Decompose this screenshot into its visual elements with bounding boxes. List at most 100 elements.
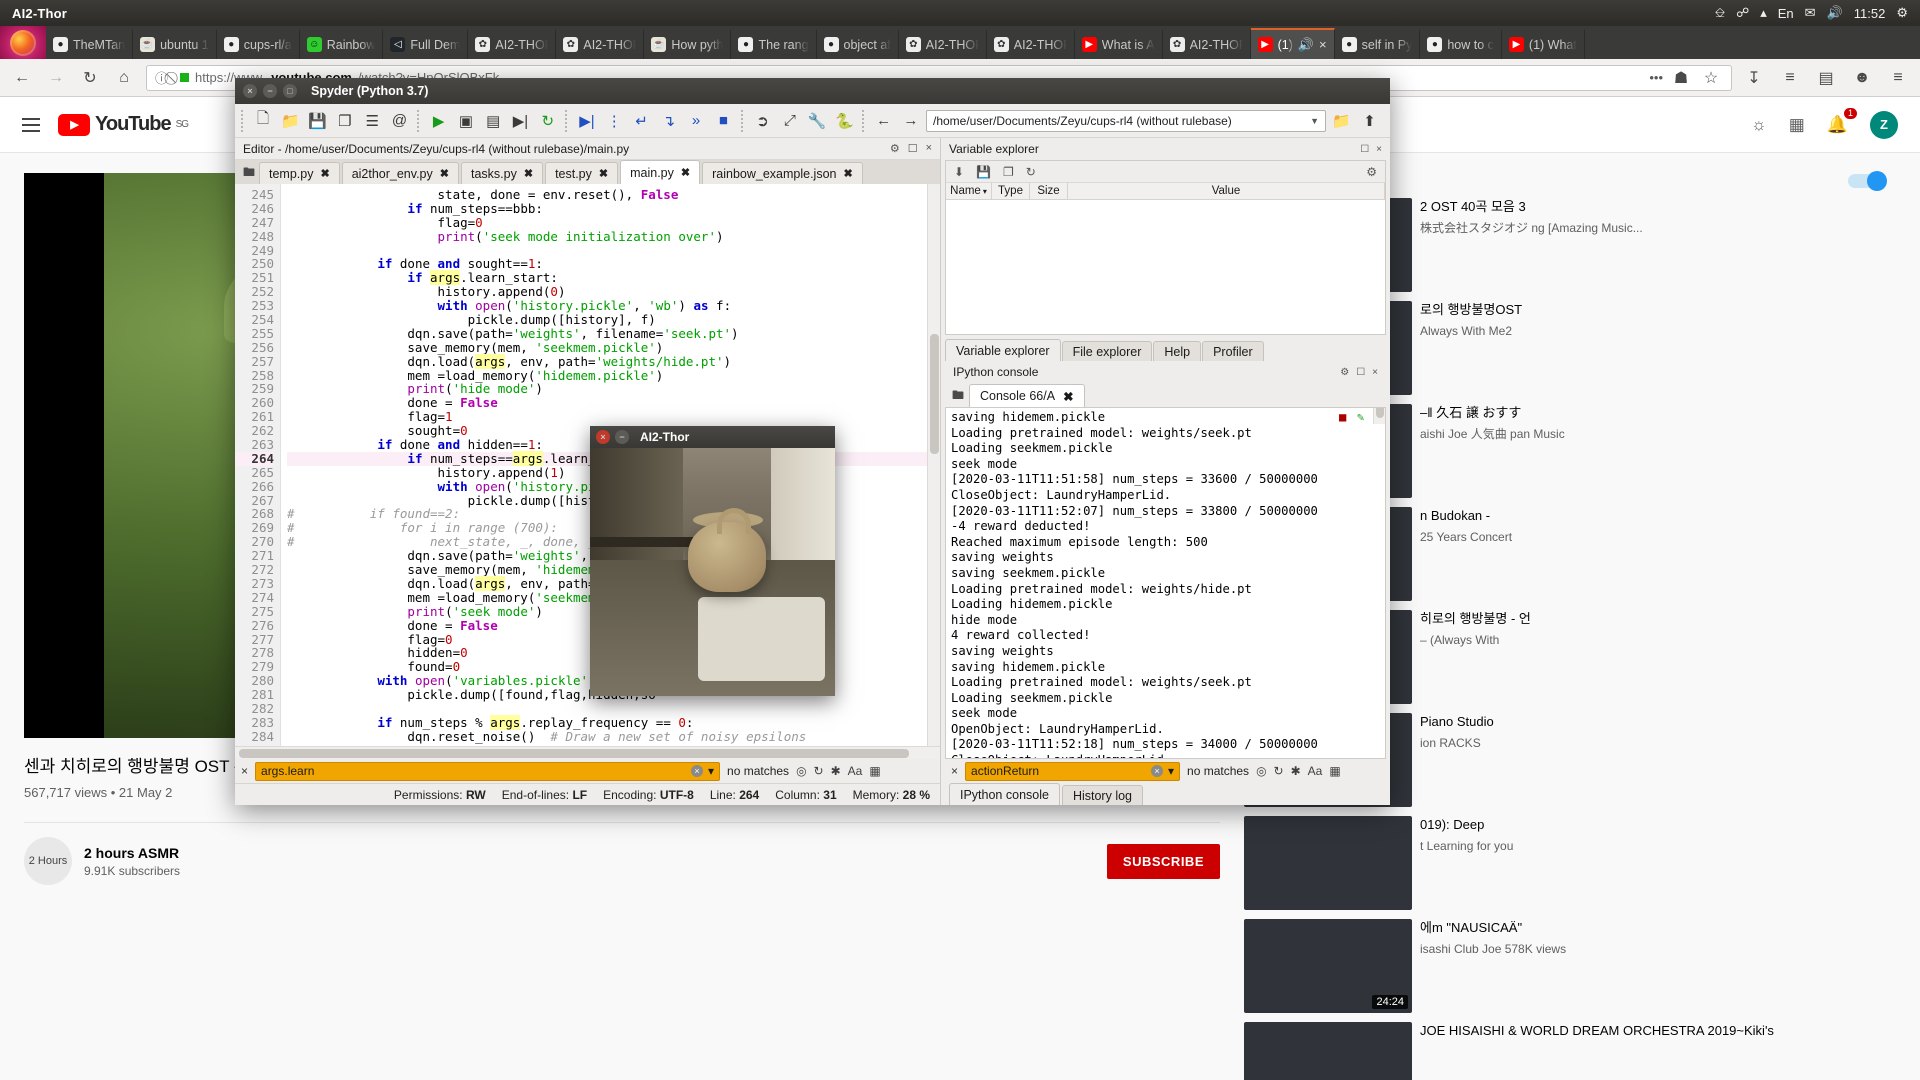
line-number[interactable]: 251 xyxy=(235,271,274,285)
close-icon[interactable]: × xyxy=(241,764,248,778)
editor-tab[interactable]: temp.py ✖ xyxy=(259,162,340,184)
video-upload-icon[interactable]: ☼ xyxy=(1751,115,1767,135)
close-icon[interactable]: ✖ xyxy=(844,167,853,180)
line-number[interactable]: 273 xyxy=(235,577,274,591)
page-info-icon[interactable]: ⓘ xyxy=(155,68,168,87)
line-number[interactable]: 282 xyxy=(235,702,274,716)
browser-tab[interactable]: ✿ AI2-THOR xyxy=(1163,30,1251,59)
browser-tab[interactable]: ☺ Rainbow xyxy=(300,30,384,59)
keyboard-icon[interactable]: ⎒ xyxy=(1715,5,1725,21)
power-icon[interactable]: ⚙ xyxy=(1896,5,1908,21)
column-header-size[interactable]: Size xyxy=(1030,183,1068,199)
save-file-icon[interactable]: 💾 xyxy=(305,108,329,133)
close-icon[interactable]: × xyxy=(951,764,958,778)
file-switcher-icon[interactable]: ☰ xyxy=(360,108,384,133)
related-video-item[interactable]: JOE HISAISHI & WORLD DREAM ORCHESTRA 201… xyxy=(1244,1022,1884,1080)
editor-tab[interactable]: ai2thor_env.py ✖ xyxy=(341,162,459,184)
previous-cursor-icon[interactable]: ← xyxy=(871,108,895,133)
minimize-icon[interactable]: − xyxy=(263,84,277,98)
line-number[interactable]: 260 xyxy=(235,396,274,410)
library-icon[interactable]: ≡ xyxy=(1778,66,1802,90)
code-line[interactable]: flag=1 xyxy=(287,410,940,424)
column-header-name[interactable]: Name ▾ xyxy=(946,183,992,199)
line-number[interactable]: 254 xyxy=(235,313,274,327)
pane-undock-icon[interactable]: ☐ xyxy=(1360,144,1369,155)
line-number[interactable]: 270 xyxy=(235,535,274,549)
close-icon[interactable]: ✖ xyxy=(440,167,449,180)
variable-explorer-table[interactable]: ⬇ 💾 ❐ ↻ ⚙ Name ▾ Type Size Value xyxy=(945,160,1386,335)
new-file-icon[interactable]: 🗋 xyxy=(251,108,275,133)
bookmark-star-icon[interactable]: ☆ xyxy=(1699,66,1723,90)
close-icon[interactable]: ✖ xyxy=(599,167,608,180)
refresh-icon[interactable]: ↻ xyxy=(1026,165,1036,179)
browser-tab[interactable]: ☕ How pyth xyxy=(644,30,732,59)
close-icon[interactable]: ✖ xyxy=(320,167,329,180)
regex-icon[interactable]: ↻ xyxy=(814,764,824,778)
run-file-icon[interactable]: ▶ xyxy=(427,108,451,133)
menu-icon[interactable]: ≡ xyxy=(1886,66,1910,90)
console-bottom-tab[interactable]: History log xyxy=(1061,785,1143,805)
channel-avatar[interactable]: 2 Hours xyxy=(24,837,72,885)
line-number[interactable]: 258 xyxy=(235,368,274,383)
channel-name[interactable]: 2 hours ASMR xyxy=(84,845,180,861)
pane-options-icon[interactable]: ⚙ xyxy=(1340,367,1349,378)
code-line[interactable]: print('seek mode initialization over') xyxy=(287,229,940,244)
line-number[interactable]: 265 xyxy=(235,465,274,480)
line-number[interactable]: 252 xyxy=(235,285,274,299)
clear-icon[interactable]: ✎ xyxy=(1357,410,1369,424)
right-pane-tab[interactable]: Profiler xyxy=(1202,341,1264,361)
pocket-icon[interactable]: ☗ xyxy=(1669,66,1693,90)
chevron-down-icon[interactable]: ▾ xyxy=(1168,764,1174,778)
code-line[interactable]: dqn.save(path='weights', filename='seek.… xyxy=(287,326,940,341)
browser-tab[interactable]: ✿ AI2-THOR xyxy=(899,30,987,59)
browser-tab[interactable]: ● The rang xyxy=(731,30,817,59)
line-number[interactable]: 268 xyxy=(235,507,274,521)
line-number[interactable]: 274 xyxy=(235,590,274,605)
line-number[interactable]: 247 xyxy=(235,215,274,230)
code-line[interactable]: save_memory(mem, 'seekmem.pickle') xyxy=(287,340,940,355)
apps-grid-icon[interactable]: ▦ xyxy=(1789,115,1805,135)
step-over-icon[interactable]: ⋮ xyxy=(602,108,626,133)
highlight-all-icon[interactable]: ◎ xyxy=(1256,764,1266,778)
case-sensitive-icon[interactable]: Aa xyxy=(1308,764,1323,778)
toolbar-grip[interactable] xyxy=(241,109,246,132)
line-number[interactable]: 284 xyxy=(235,729,274,744)
related-video-item[interactable]: 019): Deep t Learning for you xyxy=(1244,816,1884,910)
line-number[interactable]: 250 xyxy=(235,257,274,271)
code-line[interactable]: if num_steps==bbb: xyxy=(287,201,940,216)
line-number[interactable]: 283 xyxy=(235,715,274,730)
close-icon[interactable]: ✖ xyxy=(1063,389,1073,404)
arrow-up-icon[interactable]: ⬆ xyxy=(1357,108,1382,133)
variable-table-body[interactable] xyxy=(946,200,1385,334)
run-cell-advance-icon[interactable]: ▤ xyxy=(481,108,505,133)
pane-close-icon[interactable]: × xyxy=(1372,367,1378,378)
save-all-icon[interactable]: ❐ xyxy=(333,108,357,133)
scrollbar-thumb[interactable] xyxy=(930,334,939,454)
ai2thor-viewport[interactable] xyxy=(590,448,835,696)
folder-open-icon[interactable]: 📁 xyxy=(1329,108,1354,133)
firefox-logo-button[interactable] xyxy=(0,26,46,59)
stop-icon[interactable]: ■ xyxy=(1339,410,1351,424)
line-number[interactable]: 275 xyxy=(235,604,274,619)
code-line[interactable] xyxy=(287,702,940,716)
code-line[interactable]: if done and sought==1: xyxy=(287,257,940,271)
continue-icon[interactable]: » xyxy=(684,108,708,133)
replace-icon[interactable]: ▦ xyxy=(1329,764,1340,778)
scrollbar-thumb[interactable] xyxy=(239,749,909,758)
editor-tab[interactable]: tasks.py ✖ xyxy=(460,162,544,184)
pane-close-icon[interactable]: × xyxy=(1376,144,1382,155)
right-pane-tab[interactable]: Variable explorer xyxy=(945,339,1061,361)
stop-debug-icon[interactable]: ■ xyxy=(711,108,735,133)
rerun-icon[interactable]: ↻ xyxy=(536,108,560,133)
working-directory-input[interactable]: /home/user/Documents/Zeyu/cups-rl4 (with… xyxy=(926,109,1326,132)
browser-tab[interactable]: ▶ (1) What xyxy=(1502,30,1585,59)
browser-tab[interactable]: ▶ What is A xyxy=(1075,30,1163,59)
line-number[interactable]: 276 xyxy=(235,618,274,633)
browser-tab[interactable]: ✿ AI2-THOR xyxy=(556,30,645,59)
browser-tab[interactable]: ✿ AI2-THOR xyxy=(468,30,557,59)
network-icon[interactable]: ▴ xyxy=(1760,5,1767,21)
autoplay-toggle[interactable] xyxy=(1848,170,1887,191)
code-line[interactable]: history.append(0) xyxy=(287,285,940,299)
download-icon[interactable]: ↧ xyxy=(1742,66,1766,90)
next-cursor-icon[interactable]: → xyxy=(899,108,923,133)
